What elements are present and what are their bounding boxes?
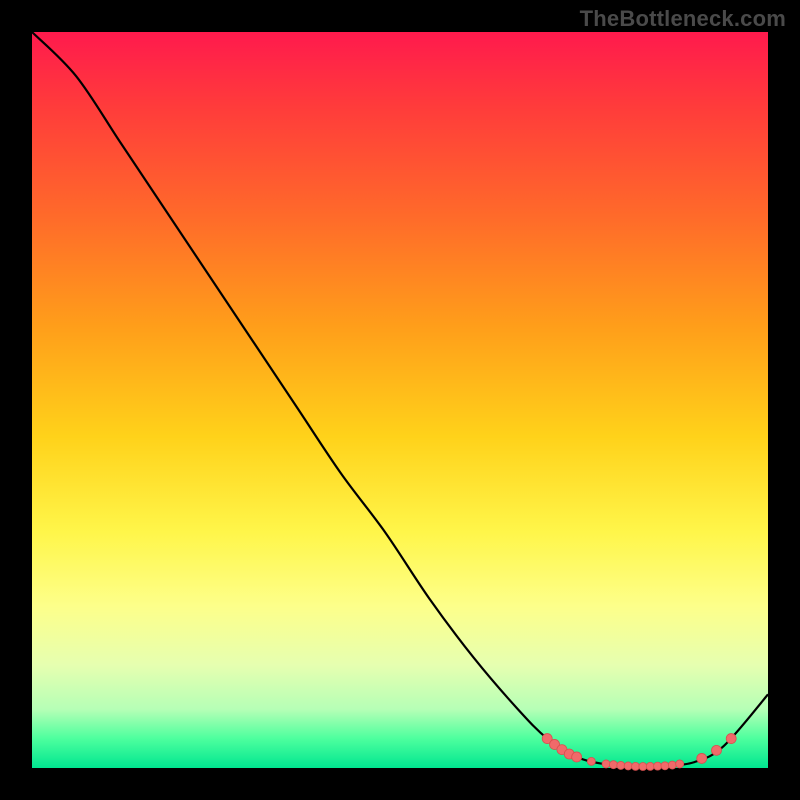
watermark-text: TheBottleneck.com — [580, 6, 786, 32]
curve-marker — [726, 734, 736, 744]
bottleneck-curve-line — [32, 32, 768, 767]
curve-marker — [632, 762, 640, 770]
curve-markers-group — [542, 734, 736, 771]
curve-marker — [639, 763, 647, 771]
chart-frame: TheBottleneck.com — [0, 0, 800, 800]
curve-marker — [609, 761, 617, 769]
curve-marker — [602, 760, 610, 768]
curve-marker — [624, 762, 632, 770]
curve-marker — [587, 757, 595, 765]
curve-marker — [646, 762, 654, 770]
curve-marker — [572, 752, 582, 762]
curve-marker — [668, 761, 676, 769]
curve-marker — [697, 753, 707, 763]
curve-marker — [654, 762, 662, 770]
curve-marker — [661, 762, 669, 770]
curve-marker — [676, 760, 684, 768]
curve-marker — [711, 745, 721, 755]
curve-marker — [617, 761, 625, 769]
chart-svg — [32, 32, 768, 768]
chart-plot-area — [32, 32, 768, 768]
